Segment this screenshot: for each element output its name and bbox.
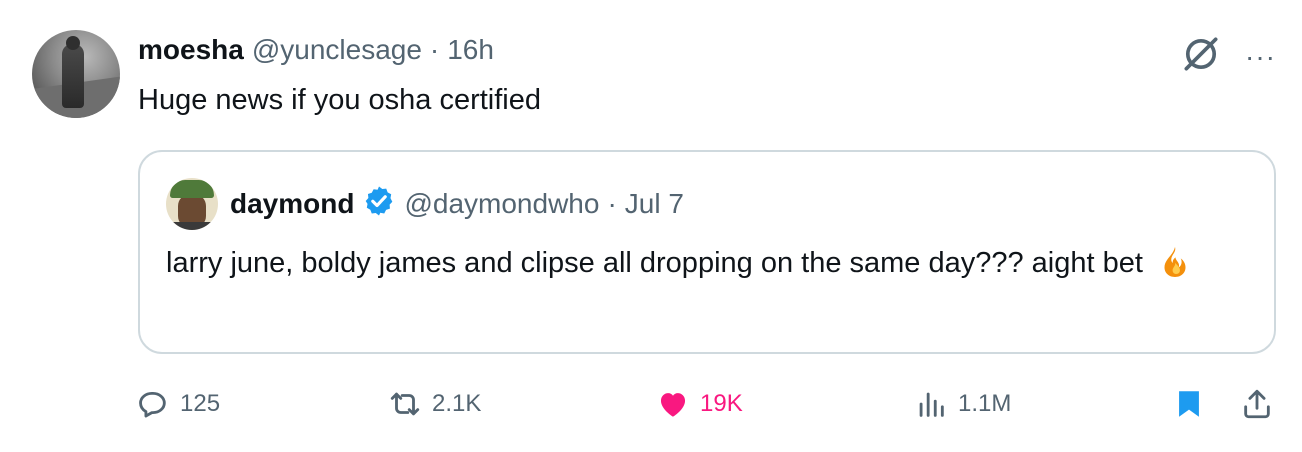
quoted-author-handle[interactable]: @daymondwho: [404, 188, 599, 220]
views-count: 1.1M: [958, 390, 1012, 417]
fire-emoji-icon: [1151, 247, 1193, 279]
quoted-date[interactable]: Jul 7: [625, 188, 684, 220]
quoted-author-name[interactable]: daymond: [230, 188, 354, 220]
grok-icon[interactable]: [1179, 32, 1223, 81]
more-options-icon[interactable]: ···: [1245, 42, 1276, 71]
share-icon: [1244, 389, 1270, 419]
retweet-icon: [390, 392, 420, 416]
quoted-header: daymond @daymondwho · Jul 7: [230, 186, 684, 222]
quoted-text: larry june, boldy james and clipse all d…: [166, 247, 1143, 279]
quoted-tweet[interactable]: daymond @daymondwho · Jul 7 larry june, …: [138, 150, 1276, 354]
top-right-controls: ···: [1179, 32, 1276, 81]
action-bar: 125 2.1K 19K 1.1M: [136, 384, 1282, 424]
like-count: 19K: [700, 390, 743, 417]
quoted-separator: ·: [607, 188, 617, 219]
views-chart-icon: [919, 392, 944, 417]
share-button[interactable]: [1240, 384, 1274, 424]
reply-button[interactable]: 125: [136, 384, 220, 424]
quoted-author-avatar[interactable]: [166, 178, 218, 230]
retweet-count: 2.1K: [432, 390, 482, 417]
reply-count: 125: [180, 390, 221, 417]
reply-icon: [139, 391, 166, 418]
tweet-timestamp[interactable]: 16h: [447, 34, 494, 66]
verified-badge-icon: [362, 184, 396, 225]
tweet-header: moesha @yunclesage · 16h: [138, 32, 494, 68]
like-button[interactable]: 19K: [656, 384, 743, 424]
author-avatar[interactable]: [32, 30, 120, 118]
bookmark-button[interactable]: [1172, 384, 1206, 424]
quoted-avatar-shirt: [170, 222, 214, 230]
header-separator: ·: [429, 34, 440, 65]
views-button[interactable]: 1.1M: [914, 384, 1011, 424]
author-name[interactable]: moesha: [138, 34, 244, 66]
quoted-text-block: larry june, boldy james and clipse all d…: [166, 242, 1256, 284]
retweet-button[interactable]: 2.1K: [388, 384, 481, 424]
bookmark-icon: [1179, 391, 1199, 417]
heart-icon: [660, 393, 686, 417]
avatar-head: [66, 36, 80, 50]
avatar-figure: [62, 44, 84, 108]
tweet-card[interactable]: moesha @yunclesage · 16h ··· Huge news i…: [0, 0, 1302, 452]
quoted-avatar-cap: [170, 180, 214, 198]
tweet-text: Huge news if you osha certified: [138, 84, 541, 116]
author-handle[interactable]: @yunclesage: [252, 34, 422, 66]
